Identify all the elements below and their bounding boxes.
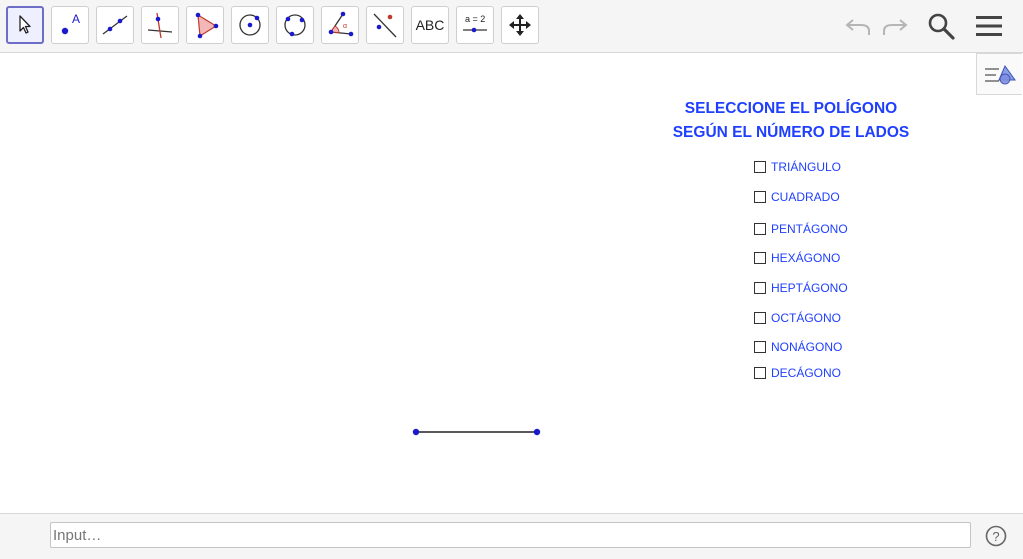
redo-button[interactable] [879, 10, 911, 42]
checkbox-triangulo[interactable]: TRIÁNGULO [754, 159, 841, 175]
checkbox-icon[interactable] [754, 252, 766, 264]
undo-button[interactable] [842, 10, 874, 42]
checkbox-icon[interactable] [754, 161, 766, 173]
angle-icon: α [328, 11, 354, 37]
menu-icon [976, 16, 1002, 36]
graphics-view[interactable]: SELECCIONE EL POLÍGONO SEGÚN EL NÚMERO D… [0, 53, 1023, 513]
style-bar-icon [984, 64, 1016, 85]
redo-icon [883, 19, 908, 35]
checkbox-label: DECÁGONO [771, 366, 842, 380]
menu-button[interactable] [973, 10, 1005, 42]
checkbox-hexagono[interactable]: HEXÁGONO [754, 250, 840, 266]
polygon-tool[interactable] [186, 6, 224, 44]
circle-three-points-tool[interactable] [276, 6, 314, 44]
circle-center-point-tool[interactable] [231, 6, 269, 44]
checkbox-decagono[interactable]: DECÁGONO [754, 365, 841, 381]
checkbox-label: OCTÁGONO [771, 311, 842, 325]
move-tool[interactable] [6, 6, 44, 44]
checkbox-heptagono[interactable]: HEPTÁGONO [754, 280, 848, 296]
reflect-tool[interactable] [366, 6, 404, 44]
point-tool[interactable]: A [51, 6, 89, 44]
line-icon [102, 15, 128, 35]
text-tool[interactable]: ABC [411, 6, 449, 44]
checkbox-icon[interactable] [754, 341, 766, 353]
help-icon[interactable]: ? [985, 525, 1007, 547]
checkbox-icon[interactable] [754, 191, 766, 203]
circle-three-points-icon [284, 14, 306, 37]
checkbox-nonagono[interactable]: NONÁGONO [754, 339, 842, 355]
slider-icon: a = 2 [463, 14, 487, 33]
checkbox-octagono[interactable]: OCTÁGONO [754, 310, 841, 326]
svg-text:?: ? [992, 529, 999, 544]
search-button[interactable] [925, 10, 957, 42]
checkbox-icon[interactable] [754, 367, 766, 379]
svg-text:a = 2: a = 2 [465, 14, 485, 24]
search-icon [928, 13, 955, 40]
checkbox-cuadrado[interactable]: CUADRADO [754, 189, 840, 205]
checkbox-label: PENTÁGONO [771, 222, 848, 236]
checkbox-icon[interactable] [754, 312, 766, 324]
toolbar: A α ABC a = 2 [0, 0, 1023, 53]
point-icon: A [61, 12, 80, 35]
move-graphics-view-tool[interactable] [501, 6, 539, 44]
perpendicular-line-icon [147, 12, 173, 39]
checkbox-label: TRIÁNGULO [771, 160, 842, 174]
checkbox-label: HEPTÁGONO [771, 281, 848, 295]
checkbox-icon[interactable] [754, 282, 766, 294]
perpendicular-line-tool[interactable] [141, 6, 179, 44]
heading-line-1: SELECCIONE EL POLÍGONO [684, 100, 898, 117]
reflect-about-line-icon [373, 13, 397, 38]
slider-tool[interactable]: a = 2 [456, 6, 494, 44]
svg-text:α: α [343, 23, 347, 30]
input-bar: ? [0, 513, 1023, 559]
line-tool[interactable] [96, 6, 134, 44]
checkbox-label: NONÁGONO [771, 340, 843, 354]
segment-endpoint[interactable] [533, 428, 541, 436]
style-bar-toggle-button[interactable] [976, 53, 1022, 95]
checkbox-pentagono[interactable]: PENTÁGONO [754, 221, 848, 237]
text-tool-label: ABC [415, 17, 445, 33]
checkbox-icon[interactable] [754, 223, 766, 235]
svg-text:A: A [72, 12, 80, 26]
segment-endpoint[interactable] [412, 428, 420, 436]
algebra-input[interactable] [50, 522, 971, 548]
polygon-icon [195, 12, 219, 39]
move-arrows-icon [509, 14, 531, 36]
undo-icon [845, 19, 870, 35]
angle-tool[interactable]: α [321, 6, 359, 44]
circle-center-icon [239, 14, 261, 36]
arrow-cursor-icon [19, 15, 31, 34]
checkbox-label: HEXÁGONO [771, 251, 841, 265]
segment-drawing [412, 428, 541, 436]
checkbox-label: CUADRADO [771, 190, 840, 204]
heading-line-2: SEGÚN EL NÚMERO DE LADOS [672, 124, 910, 141]
